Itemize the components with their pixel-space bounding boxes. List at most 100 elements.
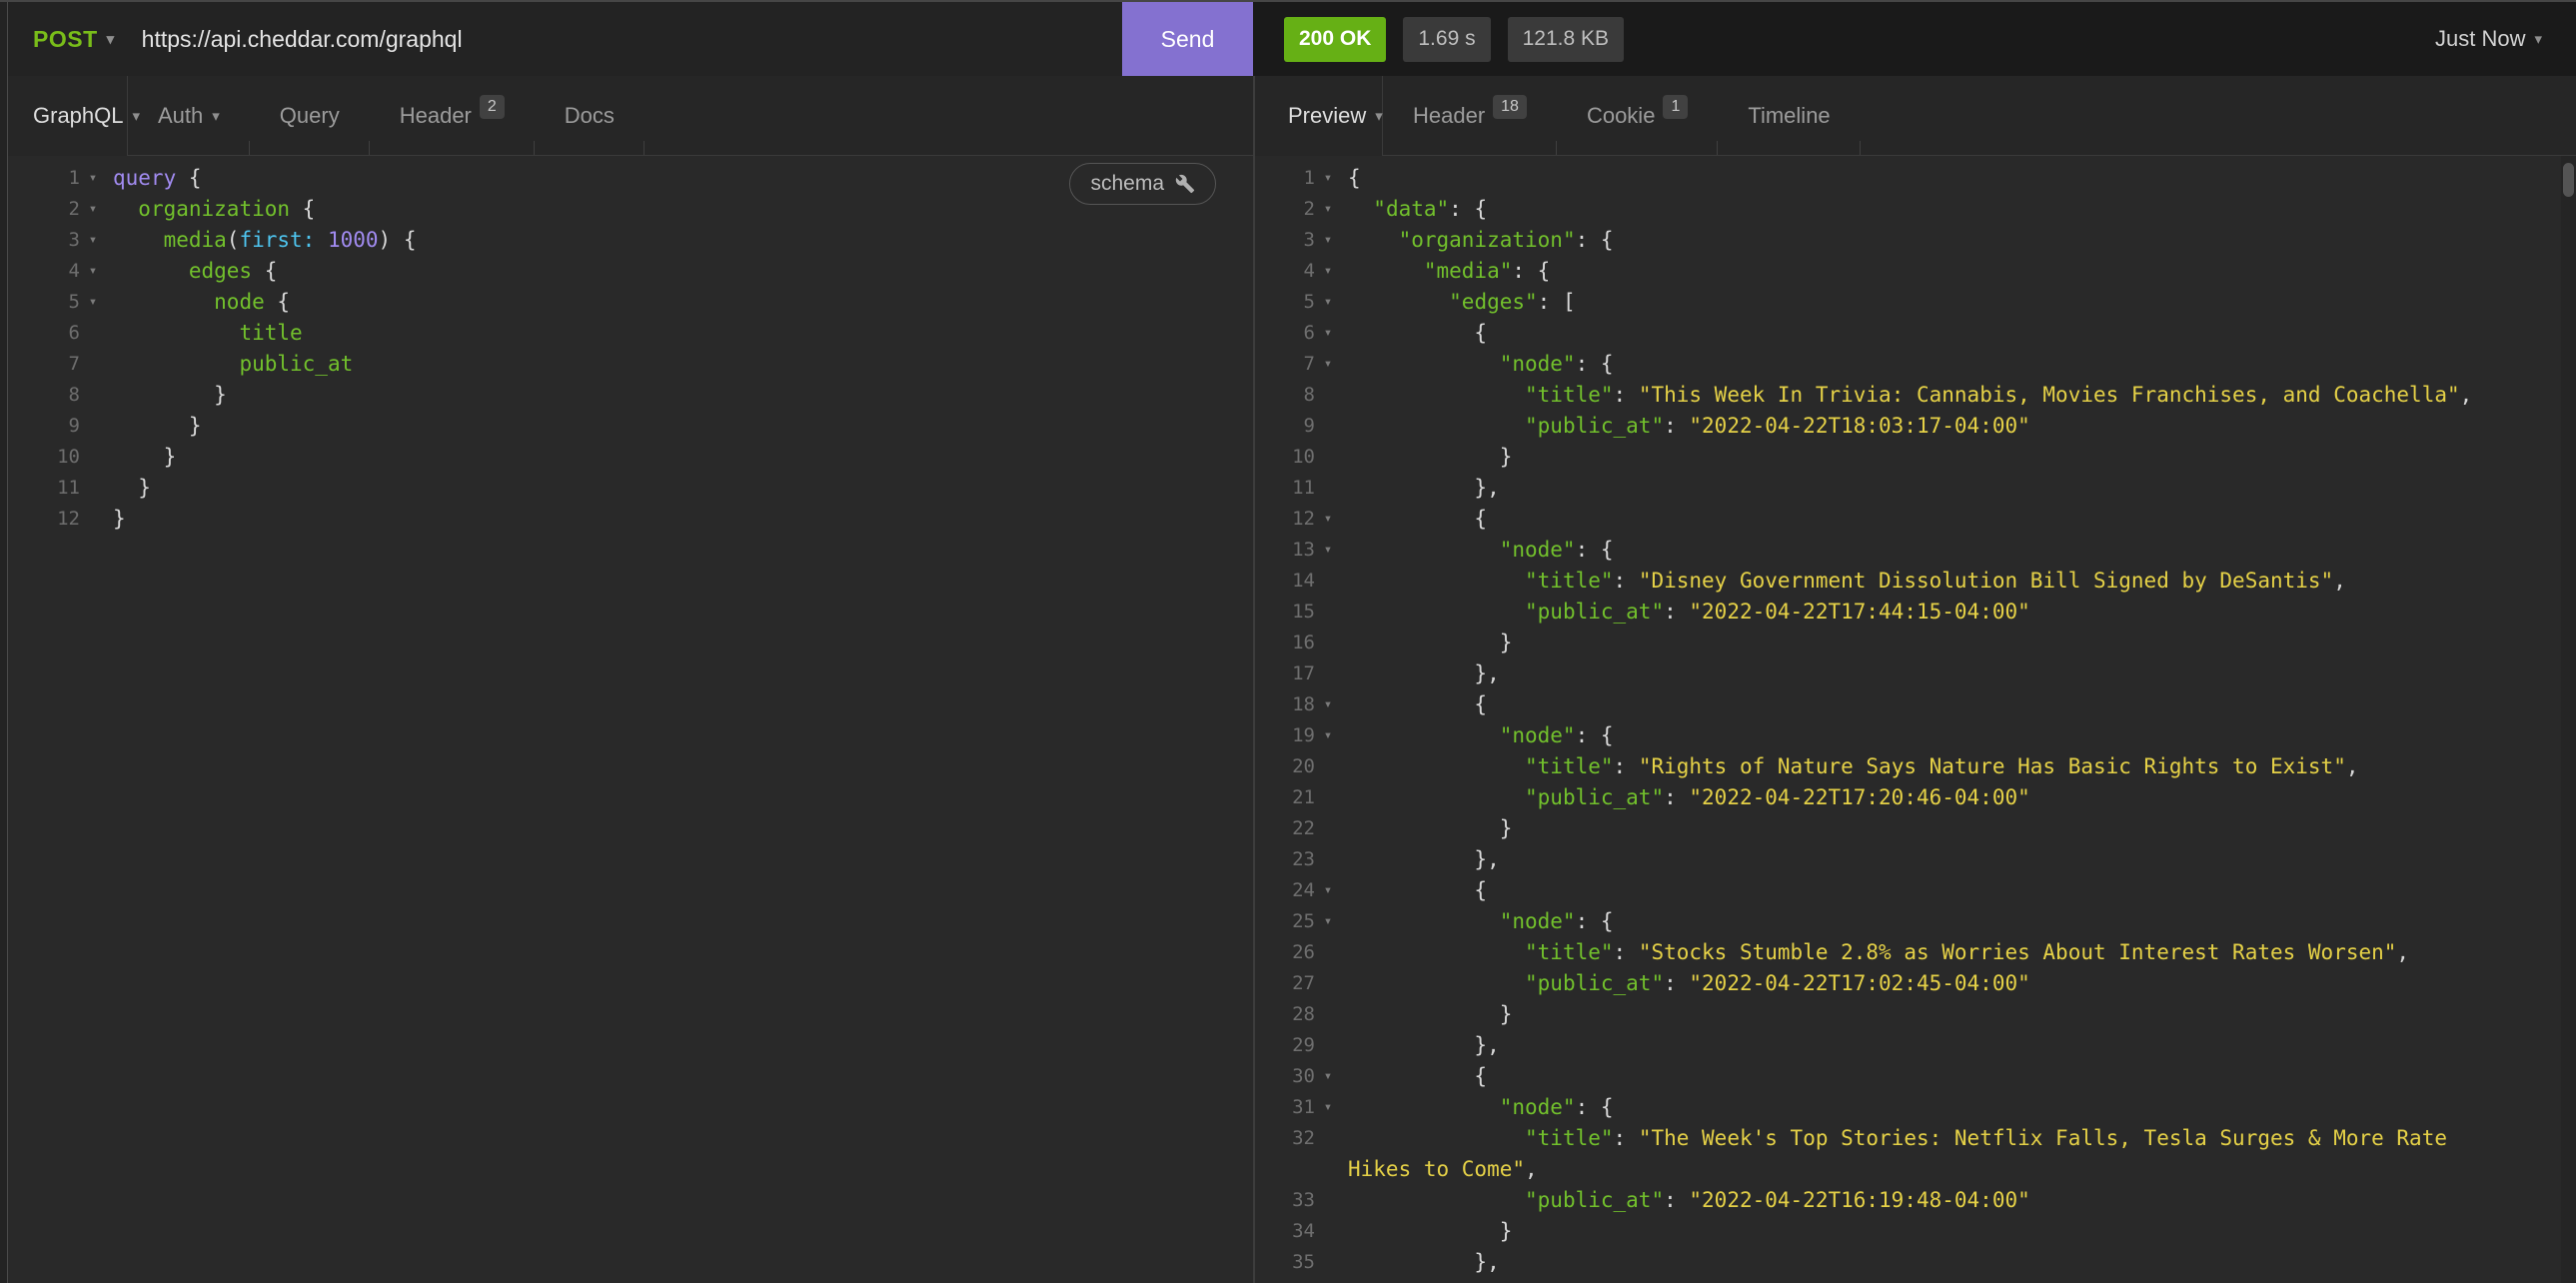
tab-cookie[interactable]: Cookie 1 xyxy=(1557,76,1718,155)
response-scrollbar[interactable] xyxy=(2561,156,2576,1283)
code-line: 11 } xyxy=(0,472,1253,503)
code-text: "public_at": "2022-04-22T17:20:46-04:00" xyxy=(1348,785,2030,809)
fold-toggle-icon[interactable]: ▾ xyxy=(80,170,106,186)
line-number: 9 xyxy=(1255,415,1315,437)
fold-toggle-icon[interactable]: ▾ xyxy=(1315,325,1341,341)
fold-toggle-icon[interactable]: ▾ xyxy=(1315,170,1341,186)
line-number: 14 xyxy=(1255,570,1315,592)
fold-toggle-icon[interactable]: ▾ xyxy=(1315,696,1341,712)
scrollbar-thumb[interactable] xyxy=(2563,163,2574,197)
code-text: "node": { xyxy=(1348,723,1614,747)
fold-toggle-icon[interactable]: ▾ xyxy=(80,201,106,217)
line-number: 10 xyxy=(1255,446,1315,468)
fold-toggle-icon[interactable]: ▾ xyxy=(80,294,106,310)
code-line: 16 } xyxy=(1255,627,2576,657)
line-number: 12 xyxy=(0,508,80,530)
line-number: 30 xyxy=(1255,1065,1315,1087)
line-number: 7 xyxy=(1255,353,1315,375)
code-line: 9 } xyxy=(0,410,1253,441)
line-number: 33 xyxy=(1255,1189,1315,1211)
wrench-icon xyxy=(1175,174,1195,194)
code-text: "node": { xyxy=(1348,909,1614,933)
chevron-down-icon: ▾ xyxy=(2534,30,2542,48)
schema-button-label: schema xyxy=(1090,172,1164,196)
method-dropdown[interactable]: POST ▾ xyxy=(33,26,115,53)
window-top-edge xyxy=(0,0,2576,2)
tab-auth[interactable]: Auth ▾ xyxy=(128,76,250,155)
fold-toggle-icon[interactable]: ▾ xyxy=(1315,232,1341,248)
sidebar-drag-handle[interactable] xyxy=(0,0,8,1283)
code-line: 3▾ "organization": { xyxy=(1255,224,2576,255)
fold-toggle-icon[interactable]: ▾ xyxy=(80,263,106,279)
preview-mode-dropdown[interactable]: Preview ▾ xyxy=(1255,76,1383,156)
fold-toggle-icon[interactable]: ▾ xyxy=(1315,1068,1341,1084)
code-text: "public_at": "2022-04-22T16:19:48-04:00" xyxy=(1348,1188,2030,1212)
fold-toggle-icon[interactable]: ▾ xyxy=(1315,727,1341,743)
body-type-dropdown[interactable]: GraphQL ▾ xyxy=(0,76,128,156)
code-line: 14 "title": "Disney Government Dissoluti… xyxy=(1255,565,2576,596)
fold-toggle-icon[interactable]: ▾ xyxy=(1315,913,1341,929)
fold-toggle-icon[interactable]: ▾ xyxy=(1315,1099,1341,1115)
history-dropdown[interactable]: Just Now ▾ xyxy=(2435,26,2542,52)
line-number: 7 xyxy=(0,353,80,375)
fold-toggle-icon[interactable]: ▾ xyxy=(1315,263,1341,279)
code-line: 26 "title": "Stocks Stumble 2.8% as Worr… xyxy=(1255,936,2576,967)
code-text: { xyxy=(1348,1064,1487,1088)
code-line: 20 "title": "Rights of Nature Says Natur… xyxy=(1255,750,2576,781)
fold-toggle-icon[interactable]: ▾ xyxy=(1315,201,1341,217)
code-text: "title": "Stocks Stumble 2.8% as Worries… xyxy=(1348,940,2409,964)
line-number: 9 xyxy=(0,415,80,437)
url-input[interactable]: https://api.cheddar.com/graphql xyxy=(142,26,1122,53)
fold-toggle-icon[interactable]: ▾ xyxy=(1315,511,1341,527)
line-number: 32 xyxy=(1255,1127,1315,1149)
chevron-down-icon: ▾ xyxy=(107,30,115,48)
fold-toggle-icon[interactable]: ▾ xyxy=(80,232,106,248)
code-text: } xyxy=(113,507,126,531)
code-text: Hikes to Come", xyxy=(1348,1157,1538,1181)
graphql-query-editor[interactable]: schema 1▾query {2▾ organization {3▾ medi… xyxy=(0,156,1253,1283)
code-text: } xyxy=(1348,631,1512,654)
code-text: organization { xyxy=(113,197,315,221)
editor-area: schema 1▾query {2▾ organization {3▾ medi… xyxy=(0,156,2576,1283)
code-text: edges { xyxy=(113,259,277,283)
tab-label: Timeline xyxy=(1748,103,1830,129)
code-text: } xyxy=(1348,816,1512,840)
schema-button[interactable]: schema xyxy=(1069,163,1216,205)
tab-label: Query xyxy=(280,103,340,129)
request-url-bar: POST ▾ https://api.cheddar.com/graphql S… xyxy=(0,2,2576,76)
tab-query[interactable]: Query xyxy=(250,76,370,155)
code-text: }, xyxy=(1348,1033,1500,1057)
code-line: 17 }, xyxy=(1255,657,2576,688)
line-number: 18 xyxy=(1255,693,1315,715)
tab-docs[interactable]: Docs xyxy=(535,76,644,155)
tab-label: Docs xyxy=(565,103,615,129)
cookie-count-badge: 1 xyxy=(1663,95,1688,119)
fold-toggle-icon[interactable]: ▾ xyxy=(1315,542,1341,558)
code-text: } xyxy=(113,445,176,469)
tab-timeline[interactable]: Timeline xyxy=(1718,76,1860,155)
line-number: 8 xyxy=(1255,384,1315,406)
code-line: 19▾ "node": { xyxy=(1255,719,2576,750)
code-line: 30▾ { xyxy=(1255,1060,2576,1091)
code-text: } xyxy=(1348,1219,1512,1243)
response-header-count-badge: 18 xyxy=(1493,95,1527,119)
fold-toggle-icon[interactable]: ▾ xyxy=(1315,294,1341,310)
tab-header[interactable]: Header 2 xyxy=(370,76,535,155)
code-line: 2▾ organization { xyxy=(0,193,1253,224)
tab-response-header[interactable]: Header 18 xyxy=(1383,76,1557,155)
line-number: 13 xyxy=(1255,539,1315,561)
response-meta-bar: 200 OK 1.69 s 121.8 KB Just Now ▾ xyxy=(1253,2,2576,76)
fold-toggle-icon[interactable]: ▾ xyxy=(1315,356,1341,372)
send-button[interactable]: Send xyxy=(1122,2,1253,76)
line-number: 4 xyxy=(0,260,80,282)
line-number: 1 xyxy=(1255,167,1315,189)
fold-toggle-icon[interactable]: ▾ xyxy=(1315,882,1341,898)
code-line: 22 } xyxy=(1255,812,2576,843)
code-text: media(first: 1000) { xyxy=(113,228,416,252)
code-text: "node": { xyxy=(1348,538,1614,562)
code-text: "public_at": "2022-04-22T18:03:17-04:00" xyxy=(1348,414,2030,438)
code-line: 3▾ media(first: 1000) { xyxy=(0,224,1253,255)
code-text: } xyxy=(1348,445,1512,469)
line-number: 5 xyxy=(1255,291,1315,313)
code-line: 25▾ "node": { xyxy=(1255,905,2576,936)
